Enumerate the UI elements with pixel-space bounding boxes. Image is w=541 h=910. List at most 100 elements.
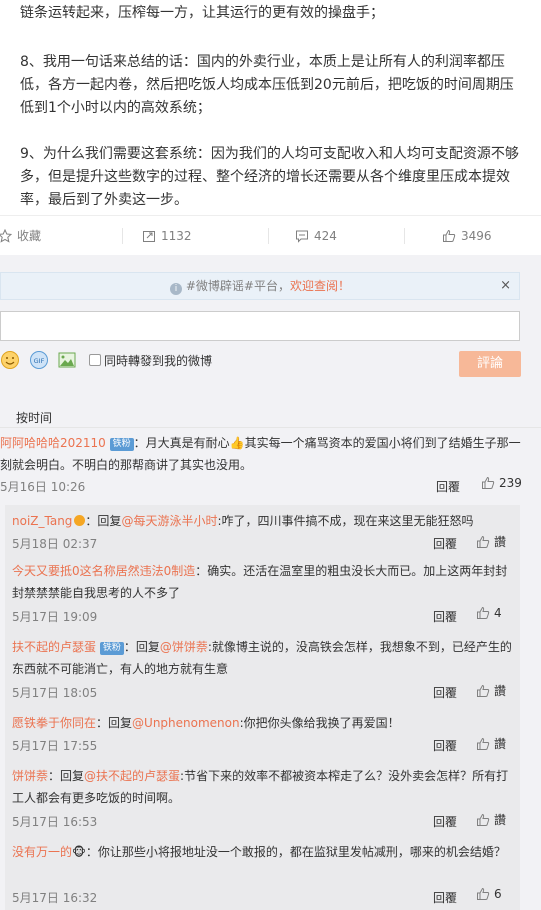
- sub-comment-item: 愿铁拳于你同在：回复@Unphenomenon:你把你头像给我换了再爱国！ 5月…: [12, 712, 517, 753]
- sub-comment-text: 扶不起的卢瑟蛋 铁粉 ：回复@饼饼萘:就像博主说的，没高铁会怎样，我想象不到，已经…: [12, 636, 517, 680]
- notice-link[interactable]: 欢迎查阅！: [290, 279, 350, 293]
- sub-comment-item: 没有万一的🐵：你让那些小将报地址没一个敢报的，都在监狱里发帖减刑，哪来的机会结婚…: [12, 841, 517, 905]
- reply-prefix: ：回复: [96, 716, 133, 730]
- sub-comment-like-button[interactable]: 讚: [476, 533, 506, 550]
- divider: [0, 427, 541, 428]
- sub-comment-username[interactable]: 饼饼萘: [12, 769, 48, 783]
- repost-button[interactable]: 1132: [142, 216, 192, 256]
- sub-comment-like-button[interactable]: 4: [476, 606, 502, 620]
- thumbs-up-icon: [477, 606, 490, 619]
- mention-link[interactable]: @每天游泳半小时: [121, 514, 217, 528]
- sub-comment-text: 饼饼萘：回复@扶不起的卢瑟蛋:节省下来的效率不都被资本榨走了么？没外卖会怎样？所…: [12, 765, 517, 809]
- emoji-icon[interactable]: [0, 350, 20, 370]
- close-icon[interactable]: ×: [500, 273, 511, 299]
- thumbs-up-icon: [482, 476, 495, 489]
- mention-link[interactable]: @Unphenomenon: [132, 716, 240, 730]
- thumbs-up-icon: [477, 887, 490, 900]
- sub-comment-body: ：你让那些小将报地址没一个敢报的，都在监狱里发帖减刑，哪来的机会结婚？: [85, 845, 506, 859]
- forward-checkbox[interactable]: [89, 354, 101, 366]
- sub-comment-body: :你把你头像给我换了再爱国！: [239, 716, 400, 730]
- rumor-notice: i #微博辟谣#平台，欢迎查阅！ ×: [0, 272, 520, 300]
- sub-comment-username[interactable]: 愿铁拳于你同在: [12, 716, 96, 730]
- sub-comment-time: 5月17日 19:09: [12, 610, 98, 624]
- reply-prefix: ：回复: [123, 640, 160, 654]
- article-paragraph-9: 9、为什么我们需要这套系统：因为我们的人均可支配收入和人均可支配资源不够多，但是…: [20, 146, 519, 208]
- sub-comment-item: 今天又要抵0这名称居然违法0制造：确实。还活在温室里的粗虫没长大而已。加上这两年…: [12, 560, 517, 624]
- sub-comment-list: noiZ_Tang ：回复@每天游泳半小时:咋了，四川事件搞不成，现在来这里无能狂…: [5, 505, 520, 910]
- article-paragraph-8: 8、我用一句话来总结的话：国内的外卖行业，本质上是让所有人的利润率都压低，各方一…: [20, 54, 514, 116]
- comment-input[interactable]: [0, 311, 520, 341]
- comment-button[interactable]: 424: [295, 216, 337, 256]
- like-label: 讚: [494, 535, 507, 549]
- sub-comment-username[interactable]: 今天又要抵0这名称居然违法0制造: [12, 564, 195, 578]
- like-label: 讚: [494, 737, 507, 751]
- verified-icon: [74, 515, 86, 526]
- thumbs-up-icon: [477, 737, 490, 750]
- reply-button[interactable]: 回覆: [433, 889, 457, 906]
- sub-comment-item: 饼饼萘：回复@扶不起的卢瑟蛋:节省下来的效率不都被资本榨走了么？没外卖会怎样？所…: [12, 765, 517, 829]
- favorite-label: 收藏: [17, 229, 42, 243]
- comment-like-count: 239: [499, 476, 522, 490]
- sub-comment-item: 扶不起的卢瑟蛋 铁粉 ：回复@饼饼萘:就像博主说的，没高铁会怎样，我想象不到，已经…: [12, 636, 517, 700]
- sub-comment-time: 5月17日 16:32: [12, 891, 98, 905]
- thumbs-up-icon: [477, 684, 490, 697]
- favorite-button[interactable]: 收藏: [0, 216, 41, 256]
- forward-label: 同時轉發到我的微博: [104, 354, 213, 368]
- sort-by-time[interactable]: 按时间: [16, 409, 52, 426]
- like-button[interactable]: 3496: [442, 216, 492, 256]
- comment-count: 424: [314, 229, 337, 243]
- sub-comment-like-button[interactable]: 讚: [476, 682, 506, 699]
- divider: [268, 228, 269, 244]
- sub-comment-like-button[interactable]: 6: [476, 887, 502, 901]
- thumbs-up-icon: [443, 229, 456, 242]
- reply-button[interactable]: 回覆: [433, 737, 457, 754]
- like-label: 讚: [494, 813, 507, 827]
- comment-username[interactable]: 阿阿哈哈哈202110: [0, 436, 106, 450]
- image-icon[interactable]: [57, 350, 77, 370]
- sub-comment-username[interactable]: 扶不起的卢瑟蛋: [12, 640, 96, 654]
- sub-comment-text: noiZ_Tang ：回复@每天游泳半小时:咋了，四川事件搞不成，现在来这里无能狂…: [12, 510, 517, 532]
- reply-button[interactable]: 回覆: [433, 608, 457, 625]
- action-bar: 收藏 1132 424 3496: [0, 215, 541, 255]
- sub-comment-like-button[interactable]: 讚: [476, 811, 506, 828]
- comment-like-button[interactable]: 239: [481, 476, 522, 490]
- notice-text: #微博辟谣#平台，: [185, 279, 290, 293]
- thumbs-up-icon: [477, 813, 490, 826]
- like-count: 4: [494, 606, 502, 620]
- like-count: 3496: [461, 229, 492, 243]
- reply-button[interactable]: 回覆: [433, 813, 457, 830]
- repost-count: 1132: [161, 229, 192, 243]
- mention-link[interactable]: @饼饼萘: [160, 640, 208, 654]
- fan-badge: 铁粉: [109, 438, 134, 451]
- reply-button[interactable]: 回覆: [433, 684, 457, 701]
- user-emoji: 🐵: [72, 845, 86, 859]
- sub-comment-username[interactable]: 没有万一的: [12, 845, 72, 859]
- sub-comment-item: noiZ_Tang ：回复@每天游泳半小时:咋了，四川事件搞不成，现在来这里无能狂…: [12, 510, 517, 551]
- like-count: 6: [494, 887, 502, 901]
- sub-comment-text: 没有万一的🐵：你让那些小将报地址没一个敢报的，都在监狱里发帖减刑，哪来的机会结婚…: [12, 841, 517, 863]
- comment-icon: [296, 230, 308, 243]
- fan-badge: 铁粉: [99, 642, 124, 655]
- sub-comment-time: 5月18日 02:37: [12, 537, 98, 551]
- sub-comment-time: 5月17日 18:05: [12, 686, 98, 700]
- sub-comment-like-button[interactable]: 讚: [476, 735, 506, 752]
- info-icon: i: [170, 283, 183, 295]
- like-label: 讚: [494, 684, 507, 698]
- repost-icon: [143, 231, 155, 242]
- sub-comment-username[interactable]: noiZ_Tang: [12, 514, 72, 528]
- sub-comment-body: :咋了，四川事件搞不成，现在来这里无能狂怒吗: [217, 514, 474, 528]
- submit-comment-button[interactable]: 評論: [459, 351, 521, 377]
- reply-button[interactable]: 回覆: [436, 478, 460, 495]
- sub-comment-text: 愿铁拳于你同在：回复@Unphenomenon:你把你头像给我换了再爱国！: [12, 712, 517, 734]
- star-icon: [0, 229, 12, 243]
- thumbs-up-icon: [477, 535, 490, 548]
- reply-button[interactable]: 回覆: [433, 535, 457, 552]
- comment-time: 5月16日 10:26: [0, 480, 86, 494]
- gif-icon[interactable]: GIF: [29, 350, 49, 370]
- sub-comment-time: 5月17日 16:53: [12, 815, 98, 829]
- mention-link[interactable]: @扶不起的卢瑟蛋: [84, 769, 180, 783]
- article-line-top: 链条运转起来，压榨每一方，让其运行的更有效的操盘手；: [20, 5, 384, 21]
- sub-comment-time: 5月17日 17:55: [12, 739, 98, 753]
- divider: [122, 228, 123, 244]
- reply-prefix: ：回复: [85, 514, 122, 528]
